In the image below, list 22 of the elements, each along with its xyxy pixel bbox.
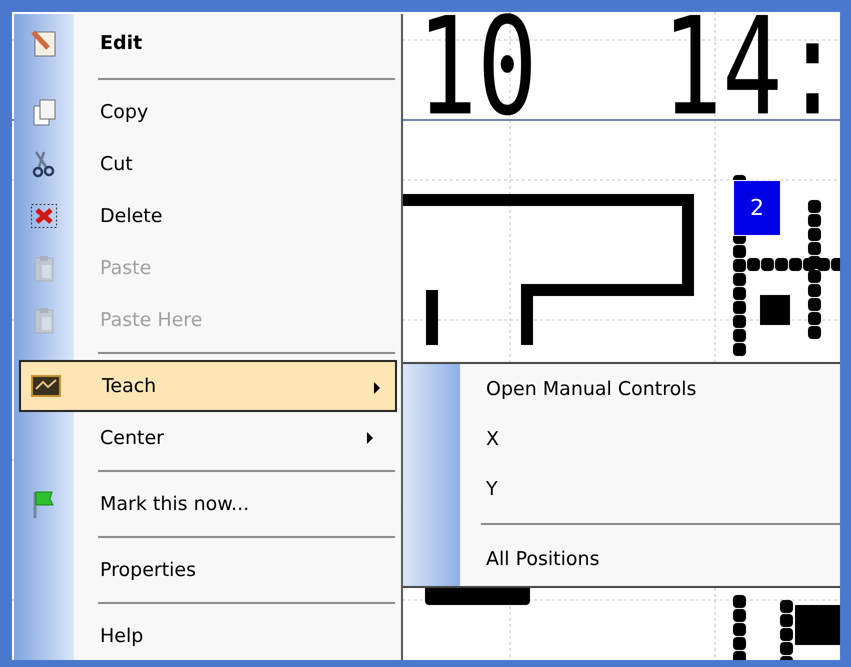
menu-item[interactable]: Teach bbox=[19, 360, 397, 412]
menu-item[interactable]: All Positions bbox=[403, 534, 840, 584]
menu-item[interactable]: Properties bbox=[14, 544, 401, 596]
menu-item[interactable]: Edit bbox=[14, 14, 401, 72]
menu-item[interactable]: Copy bbox=[14, 86, 401, 138]
note-pencil-icon bbox=[30, 28, 58, 58]
picture-frame-icon bbox=[31, 373, 61, 399]
menu-item[interactable]: Mark this now... bbox=[14, 478, 401, 530]
dot-pattern-drawing[interactable] bbox=[733, 595, 840, 660]
submenu-arrow-icon bbox=[366, 432, 374, 444]
canvas-text: 14: bbox=[662, 12, 840, 135]
number-badge: 2 bbox=[733, 180, 781, 236]
canvas-text: 10 bbox=[417, 12, 538, 135]
menu-item[interactable]: Delete bbox=[14, 190, 401, 242]
menu-item[interactable]: X bbox=[403, 414, 840, 464]
menu-item[interactable]: Cut bbox=[14, 138, 401, 190]
menu-item[interactable]: Open Manual Controls bbox=[403, 364, 840, 414]
delete-icon bbox=[30, 201, 58, 231]
menu-item[interactable]: Center bbox=[14, 412, 401, 464]
menu-item[interactable]: Help bbox=[14, 610, 401, 660]
submenu-arrow-icon bbox=[373, 382, 381, 394]
menu-item[interactable]: Y bbox=[403, 464, 840, 514]
